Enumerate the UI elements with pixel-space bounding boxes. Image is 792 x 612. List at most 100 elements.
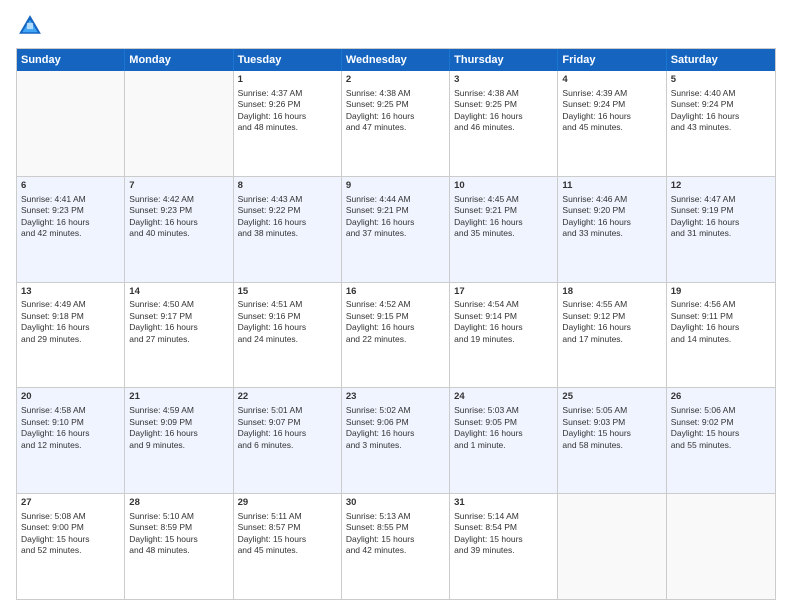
sunrise-text: Sunrise: 4:51 AM	[238, 299, 303, 309]
sunset-text: Sunset: 9:22 PM	[238, 205, 301, 215]
day-number: 25	[562, 391, 661, 404]
sunrise-text: Sunrise: 5:08 AM	[21, 511, 86, 521]
calendar-cell: 22Sunrise: 5:01 AMSunset: 9:07 PMDayligh…	[234, 388, 342, 493]
daylight-text: Daylight: 16 hours	[238, 217, 307, 227]
calendar-cell	[667, 494, 775, 599]
calendar-cell: 8Sunrise: 4:43 AMSunset: 9:22 PMDaylight…	[234, 177, 342, 282]
sunset-text: Sunset: 9:03 PM	[562, 417, 625, 427]
daylight-minutes-text: and 58 minutes.	[562, 440, 622, 450]
daylight-minutes-text: and 9 minutes.	[129, 440, 185, 450]
day-number: 19	[671, 286, 771, 299]
sunrise-text: Sunrise: 4:55 AM	[562, 299, 627, 309]
daylight-minutes-text: and 31 minutes.	[671, 228, 731, 238]
sunrise-text: Sunrise: 4:45 AM	[454, 194, 519, 204]
daylight-minutes-text: and 55 minutes.	[671, 440, 731, 450]
daylight-text: Daylight: 16 hours	[129, 322, 198, 332]
logo-icon	[16, 12, 44, 40]
day-number: 14	[129, 286, 228, 299]
day-number: 13	[21, 286, 120, 299]
sunset-text: Sunset: 9:16 PM	[238, 311, 301, 321]
daylight-minutes-text: and 22 minutes.	[346, 334, 406, 344]
daylight-minutes-text: and 52 minutes.	[21, 545, 81, 555]
header	[16, 12, 776, 40]
sunrise-text: Sunrise: 5:02 AM	[346, 405, 411, 415]
calendar-row-2: 13Sunrise: 4:49 AMSunset: 9:18 PMDayligh…	[17, 283, 775, 389]
sunrise-text: Sunrise: 4:41 AM	[21, 194, 86, 204]
sunrise-text: Sunrise: 5:05 AM	[562, 405, 627, 415]
calendar-cell: 10Sunrise: 4:45 AMSunset: 9:21 PMDayligh…	[450, 177, 558, 282]
daylight-minutes-text: and 29 minutes.	[21, 334, 81, 344]
calendar: SundayMondayTuesdayWednesdayThursdayFrid…	[16, 48, 776, 600]
day-number: 16	[346, 286, 445, 299]
daylight-text: Daylight: 16 hours	[562, 217, 631, 227]
sunset-text: Sunset: 9:24 PM	[671, 99, 734, 109]
daylight-text: Daylight: 16 hours	[671, 111, 740, 121]
sunrise-text: Sunrise: 4:50 AM	[129, 299, 194, 309]
daylight-text: Daylight: 16 hours	[21, 217, 90, 227]
daylight-text: Daylight: 16 hours	[129, 428, 198, 438]
calendar-cell: 7Sunrise: 4:42 AMSunset: 9:23 PMDaylight…	[125, 177, 233, 282]
day-number: 11	[562, 180, 661, 193]
day-number: 27	[21, 497, 120, 510]
calendar-cell: 31Sunrise: 5:14 AMSunset: 8:54 PMDayligh…	[450, 494, 558, 599]
daylight-minutes-text: and 27 minutes.	[129, 334, 189, 344]
day-number: 9	[346, 180, 445, 193]
sunset-text: Sunset: 9:25 PM	[454, 99, 517, 109]
daylight-text: Daylight: 16 hours	[346, 428, 415, 438]
daylight-minutes-text: and 24 minutes.	[238, 334, 298, 344]
daylight-minutes-text: and 35 minutes.	[454, 228, 514, 238]
header-day-tuesday: Tuesday	[234, 49, 342, 71]
calendar-cell: 12Sunrise: 4:47 AMSunset: 9:19 PMDayligh…	[667, 177, 775, 282]
sunset-text: Sunset: 9:10 PM	[21, 417, 84, 427]
sunset-text: Sunset: 9:23 PM	[21, 205, 84, 215]
sunset-text: Sunset: 9:06 PM	[346, 417, 409, 427]
day-number: 2	[346, 74, 445, 87]
day-number: 5	[671, 74, 771, 87]
sunrise-text: Sunrise: 5:01 AM	[238, 405, 303, 415]
calendar-header: SundayMondayTuesdayWednesdayThursdayFrid…	[17, 49, 775, 71]
sunrise-text: Sunrise: 4:40 AM	[671, 88, 736, 98]
daylight-text: Daylight: 15 hours	[346, 534, 415, 544]
daylight-text: Daylight: 16 hours	[454, 322, 523, 332]
day-number: 31	[454, 497, 553, 510]
sunset-text: Sunset: 9:05 PM	[454, 417, 517, 427]
sunset-text: Sunset: 9:17 PM	[129, 311, 192, 321]
daylight-text: Daylight: 16 hours	[129, 217, 198, 227]
day-number: 26	[671, 391, 771, 404]
day-number: 1	[238, 74, 337, 87]
sunrise-text: Sunrise: 4:47 AM	[671, 194, 736, 204]
day-number: 28	[129, 497, 228, 510]
daylight-minutes-text: and 37 minutes.	[346, 228, 406, 238]
day-number: 12	[671, 180, 771, 193]
logo	[16, 12, 48, 40]
calendar-cell: 14Sunrise: 4:50 AM Sunset: 9:17 PMDayligh…	[125, 283, 233, 388]
daylight-text: Daylight: 16 hours	[454, 111, 523, 121]
sunrise-text: Sunrise: 5:03 AM	[454, 405, 519, 415]
day-number: 21	[129, 391, 228, 404]
calendar-row-0: 1Sunrise: 4:37 AMSunset: 9:26 PMDaylight…	[17, 71, 775, 177]
calendar-cell: 28Sunrise: 5:10 AMSunset: 8:59 PMDayligh…	[125, 494, 233, 599]
sunrise-text: Sunrise: 4:49 AM	[21, 299, 86, 309]
daylight-text: Daylight: 16 hours	[671, 322, 740, 332]
sunrise-text: Sunrise: 4:38 AM	[454, 88, 519, 98]
calendar-cell: 9Sunrise: 4:44 AMSunset: 9:21 PMDaylight…	[342, 177, 450, 282]
day-number: 20	[21, 391, 120, 404]
sunrise-text: Sunrise: 5:13 AM	[346, 511, 411, 521]
calendar-row-3: 20Sunrise: 4:58 AMSunset: 9:10 PMDayligh…	[17, 388, 775, 494]
day-number: 17	[454, 286, 553, 299]
header-day-thursday: Thursday	[450, 49, 558, 71]
sunset-text: Sunset: 9:12 PM	[562, 311, 625, 321]
sunset-text: Sunset: 8:59 PM	[129, 522, 192, 532]
calendar-cell: 19Sunrise: 4:56 AMSunset: 9:11 PMDayligh…	[667, 283, 775, 388]
sunrise-text: Sunrise: 5:14 AM	[454, 511, 519, 521]
calendar-cell: 1Sunrise: 4:37 AMSunset: 9:26 PMDaylight…	[234, 71, 342, 176]
day-number: 6	[21, 180, 120, 193]
day-number: 18	[562, 286, 661, 299]
day-number: 22	[238, 391, 337, 404]
daylight-text: Daylight: 15 hours	[671, 428, 740, 438]
daylight-minutes-text: and 12 minutes.	[21, 440, 81, 450]
day-number: 30	[346, 497, 445, 510]
daylight-minutes-text: and 47 minutes.	[346, 122, 406, 132]
calendar-cell: 17Sunrise: 4:54 AMSunset: 9:14 PMDayligh…	[450, 283, 558, 388]
daylight-minutes-text: and 1 minute.	[454, 440, 506, 450]
